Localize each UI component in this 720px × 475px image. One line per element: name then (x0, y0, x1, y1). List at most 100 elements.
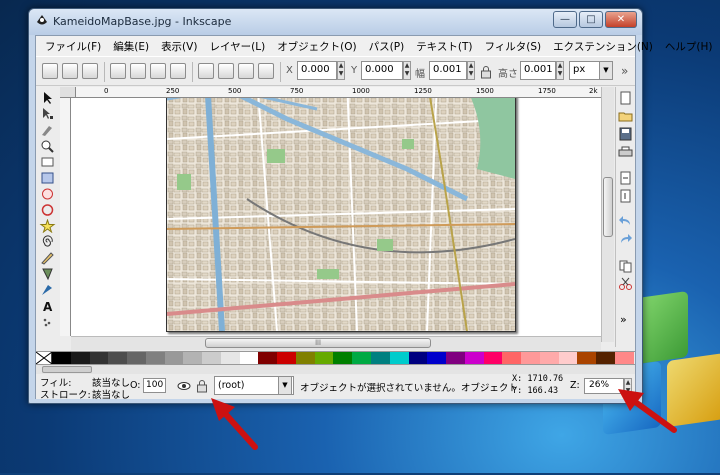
export-icon[interactable] (618, 189, 633, 203)
color-swatch[interactable] (108, 352, 128, 364)
text-tool-icon[interactable]: A (39, 299, 56, 313)
color-swatch[interactable] (352, 352, 372, 364)
color-swatch[interactable] (371, 352, 390, 364)
star-tool-icon[interactable] (39, 219, 56, 233)
ellipse-tool-icon[interactable] (39, 203, 56, 217)
color-swatch[interactable] (183, 352, 203, 364)
vertical-scroll-thumb[interactable] (603, 177, 613, 237)
lock-icon[interactable] (480, 65, 492, 79)
horizontal-scrollbar[interactable]: lll (71, 336, 601, 350)
flip-vertical-icon[interactable] (170, 63, 186, 79)
color-swatch[interactable] (70, 352, 90, 364)
color-swatch[interactable] (89, 352, 109, 364)
measure-tool-icon[interactable] (39, 155, 56, 169)
close-button[interactable]: ✕ (605, 11, 637, 28)
chevron-down-icon[interactable]: ▼ (278, 376, 292, 395)
raise-to-top-icon[interactable] (198, 63, 214, 79)
color-swatch[interactable] (239, 352, 259, 364)
copy-icon[interactable] (618, 259, 633, 273)
map-image[interactable] (167, 98, 515, 331)
commands-overflow-button[interactable]: » (620, 313, 627, 326)
color-swatch[interactable] (145, 352, 165, 364)
pen-tool-icon[interactable] (39, 267, 56, 281)
color-swatch[interactable] (127, 352, 146, 364)
color-swatch[interactable] (277, 352, 296, 364)
menu-path[interactable]: パス(P) (363, 39, 411, 54)
selector-tool-icon[interactable] (39, 91, 56, 105)
menu-filter[interactable]: フィルタ(S) (478, 39, 547, 54)
color-swatch[interactable] (558, 352, 578, 364)
zoom-tool-icon[interactable] (39, 139, 56, 153)
maximize-button[interactable]: □ (579, 11, 603, 28)
color-swatch[interactable] (258, 352, 278, 364)
color-swatch[interactable] (164, 352, 184, 364)
pencil-tool-icon[interactable] (39, 251, 56, 265)
menu-file[interactable]: ファイル(F) (39, 39, 107, 54)
color-swatch[interactable] (389, 352, 409, 364)
color-swatch[interactable] (295, 352, 315, 364)
color-swatch[interactable] (333, 352, 353, 364)
rectangle-tool-icon[interactable] (39, 171, 56, 185)
cut-icon[interactable] (618, 277, 633, 291)
menu-object[interactable]: オブジェクト(O) (271, 39, 362, 54)
color-swatch[interactable] (446, 352, 465, 364)
color-swatch[interactable] (577, 352, 597, 364)
drawing-canvas[interactable] (71, 98, 601, 336)
color-swatch[interactable] (314, 352, 334, 364)
vertical-scrollbar[interactable] (601, 87, 614, 342)
menu-edit[interactable]: 編集(E) (107, 39, 155, 54)
calligraphy-tool-icon[interactable] (39, 283, 56, 297)
x-spin[interactable]: ▲ ▼ (337, 61, 345, 80)
color-swatch[interactable] (614, 352, 634, 364)
new-document-icon[interactable] (618, 91, 633, 105)
minimize-button[interactable]: — (553, 11, 577, 28)
node-tool-icon[interactable] (39, 107, 56, 121)
y-field[interactable]: 0.000 (361, 61, 403, 80)
horizontal-scroll-thumb[interactable]: lll (205, 338, 431, 348)
color-swatch[interactable] (220, 352, 240, 364)
rotate-ccw-icon[interactable] (110, 63, 126, 79)
deselect-icon[interactable] (82, 63, 98, 79)
y-spin[interactable]: ▲ ▼ (403, 61, 411, 80)
color-swatch[interactable] (502, 352, 522, 364)
color-swatch[interactable] (596, 352, 615, 364)
palette-scrollbar[interactable] (36, 365, 635, 374)
menu-view[interactable]: 表示(V) (155, 39, 203, 54)
redo-icon[interactable] (618, 233, 633, 247)
import-icon[interactable] (618, 171, 633, 185)
open-folder-icon[interactable] (618, 109, 633, 123)
lower-icon[interactable] (238, 63, 254, 79)
height-field[interactable]: 0.001 (520, 61, 556, 80)
color-swatch[interactable] (202, 352, 221, 364)
toolbar-overflow-button[interactable]: » (621, 64, 628, 78)
color-swatch[interactable] (52, 352, 71, 364)
spray-tool-icon[interactable] (39, 315, 56, 329)
lock-icon[interactable] (196, 379, 208, 393)
menu-help[interactable]: ヘルプ(H) (659, 39, 719, 54)
color-swatch[interactable] (539, 352, 559, 364)
undo-icon[interactable] (618, 215, 633, 229)
color-swatch[interactable] (427, 352, 447, 364)
flip-horizontal-icon[interactable] (150, 63, 166, 79)
select-all-layers-icon[interactable] (62, 63, 78, 79)
vertical-ruler[interactable] (60, 98, 71, 336)
horizontal-ruler[interactable]: 0 250 500 750 1000 1250 1500 1750 2k (76, 87, 601, 98)
opacity-field[interactable]: 100 (143, 378, 166, 393)
color-swatch[interactable] (464, 352, 484, 364)
title-bar[interactable]: KameidoMapBase.jpg - Inkscape — □ ✕ (29, 9, 642, 35)
width-field[interactable]: 0.001 (429, 61, 467, 80)
width-spin[interactable]: ▲ ▼ (467, 61, 475, 80)
lower-to-bottom-icon[interactable] (258, 63, 274, 79)
color-swatch[interactable] (521, 352, 540, 364)
eye-icon[interactable] (177, 379, 191, 393)
menu-extensions[interactable]: エクステンション(N) (547, 39, 659, 54)
menu-layer[interactable]: レイヤー(L) (203, 39, 271, 54)
select-all-icon[interactable] (42, 63, 58, 79)
color-swatch[interactable] (408, 352, 428, 364)
color-swatch[interactable] (483, 352, 503, 364)
palette-scroll-thumb[interactable] (42, 366, 92, 373)
save-icon[interactable] (618, 127, 633, 141)
unit-select[interactable]: px ▼ (569, 61, 613, 80)
spiral-tool-icon[interactable] (39, 235, 56, 249)
height-spin[interactable]: ▲ ▼ (556, 61, 564, 80)
